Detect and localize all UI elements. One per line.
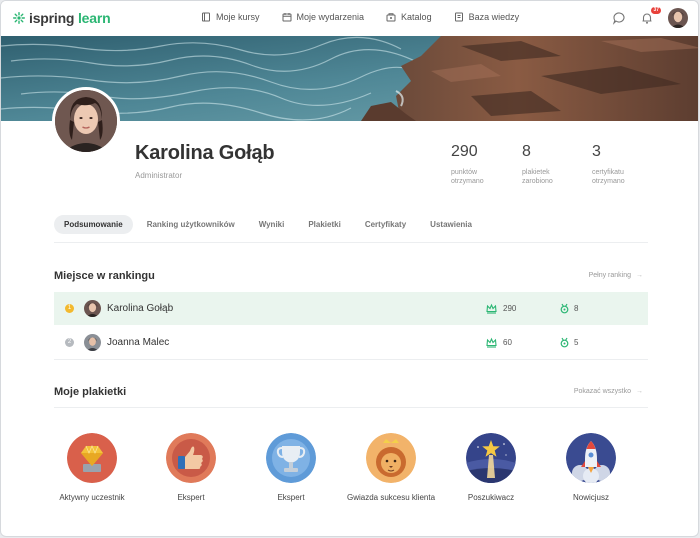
avatar-image	[668, 8, 688, 28]
badge-label: Ekspert	[277, 493, 305, 502]
rocket-icon	[566, 433, 616, 483]
profile-avatar	[52, 87, 120, 155]
badge-item[interactable]: Gwiazda sukcesu klienta	[341, 433, 441, 502]
thumbs-up-icon	[166, 433, 216, 483]
app-window: ispring learn Moje kursy Moje wydarzenia…	[0, 0, 699, 537]
nav-label: Katalog	[401, 12, 432, 22]
badges-section-title: Moje plakietki	[54, 386, 127, 398]
nav-my-events[interactable]: Moje wydarzenia	[282, 12, 365, 22]
stat-value: 290	[451, 143, 478, 160]
tab-settings[interactable]: Ustawienia	[420, 215, 482, 234]
rank-badges: 5	[574, 338, 579, 347]
star-icon	[466, 433, 516, 483]
logo-icon	[13, 12, 25, 24]
stat-value: 3	[592, 143, 601, 160]
full-ranking-link[interactable]: Pełny ranking →	[589, 272, 643, 279]
logo[interactable]: ispring learn	[13, 10, 111, 26]
nav-catalog[interactable]: Katalog	[386, 12, 432, 22]
avatar	[84, 334, 101, 351]
profile-name: Karolina Gołąb	[135, 142, 275, 164]
top-bar: ispring learn Moje kursy Moje wydarzenia…	[1, 1, 698, 36]
badge-label: Nowicjusz	[572, 493, 609, 502]
tab-results[interactable]: Wyniki	[249, 215, 295, 234]
nav-label: Baza wiedzy	[468, 12, 520, 22]
rank-user-name: Joanna Malec	[107, 337, 170, 348]
stat-label: plakietek zarobiono	[522, 169, 553, 185]
crown-points-icon	[486, 337, 497, 348]
divider	[54, 359, 648, 360]
nav-knowledge-base[interactable]: Baza wiedzy	[454, 12, 520, 22]
knowledge-base-icon	[454, 12, 463, 22]
rank-points: 60	[503, 338, 512, 347]
medal-badges-icon	[560, 337, 569, 348]
ranking-row[interactable]: 2 Joanna Malec 60 5	[54, 326, 648, 359]
notifications-button[interactable]: 37	[640, 7, 661, 25]
user-avatar-menu[interactable]	[668, 8, 688, 28]
tab-user-ranking[interactable]: Ranking użytkowników	[137, 215, 245, 234]
catalog-icon	[386, 13, 396, 22]
nav-my-courses[interactable]: Moje kursy	[201, 12, 260, 22]
divider	[54, 407, 648, 408]
badge-label: Gwiazda sukcesu klienta	[346, 493, 436, 502]
stat-certificates: 3 certyfikatu otrzymano	[592, 143, 652, 186]
diamond-icon	[67, 433, 117, 483]
tab-summary[interactable]: Podsumowanie	[54, 215, 133, 234]
avatar-image	[84, 300, 101, 317]
avatar-image	[84, 334, 101, 351]
tab-badges[interactable]: Plakietki	[298, 215, 350, 234]
book-icon	[202, 12, 210, 22]
tab-certificates[interactable]: Certyfikaty	[355, 215, 416, 234]
notification-count-badge: 37	[651, 7, 661, 14]
crown-points-icon	[486, 303, 497, 314]
nav-label: Moje wydarzenia	[296, 12, 365, 22]
profile-photo	[55, 90, 117, 152]
medal-badges-icon	[560, 303, 569, 314]
stat-badges: 8 plakietek zarobiono	[522, 143, 582, 186]
nav-label: Moje kursy	[216, 12, 260, 22]
avatar	[84, 300, 101, 317]
rank-badges: 8	[574, 304, 579, 313]
stat-points: 290 punktów otrzymano	[451, 143, 511, 186]
top-actions: 37	[612, 7, 688, 28]
rank-user-name: Karolina Gołąb	[107, 303, 174, 314]
chat-icon	[612, 12, 625, 25]
badge-label: Ekspert	[177, 493, 205, 502]
badge-item[interactable]: Poszukiwacz	[441, 433, 541, 502]
stat-value: 8	[522, 143, 531, 160]
badge-item[interactable]: Aktywny uczestnik	[42, 433, 142, 502]
arrow-right-icon: →	[636, 272, 643, 279]
main-nav: Moje kursy Moje wydarzenia Katalog Baza …	[201, 12, 519, 22]
stat-label: certyfikatu otrzymano	[592, 169, 625, 185]
rank-place-badge: 1	[65, 304, 74, 313]
rank-points: 290	[503, 304, 517, 313]
ranking-section-title: Miejsce w rankingu	[54, 270, 155, 282]
calendar-icon	[282, 13, 292, 22]
profile-role: Administrator	[135, 171, 183, 180]
show-all-badges-link[interactable]: Pokazać wszystko →	[574, 388, 643, 395]
logo-text: ispring learn	[29, 10, 111, 26]
badge-item[interactable]: Nowicjusz	[541, 433, 641, 502]
lion-icon	[366, 433, 416, 483]
rank-place-badge: 2	[65, 338, 74, 347]
trophy-icon	[266, 433, 316, 483]
profile-tabs: Podsumowanie Ranking użytkowników Wyniki…	[54, 215, 648, 243]
badge-item[interactable]: Ekspert	[141, 433, 241, 502]
badge-label: Aktywny uczestnik	[59, 493, 125, 502]
ranking-row[interactable]: 1 Karolina Gołąb 290 8	[54, 292, 648, 325]
badge-item[interactable]: Ekspert	[241, 433, 341, 502]
chat-button[interactable]	[612, 11, 626, 25]
badge-label: Poszukiwacz	[467, 493, 515, 502]
stat-label: punktów otrzymano	[451, 169, 484, 185]
arrow-right-icon: →	[636, 388, 643, 395]
